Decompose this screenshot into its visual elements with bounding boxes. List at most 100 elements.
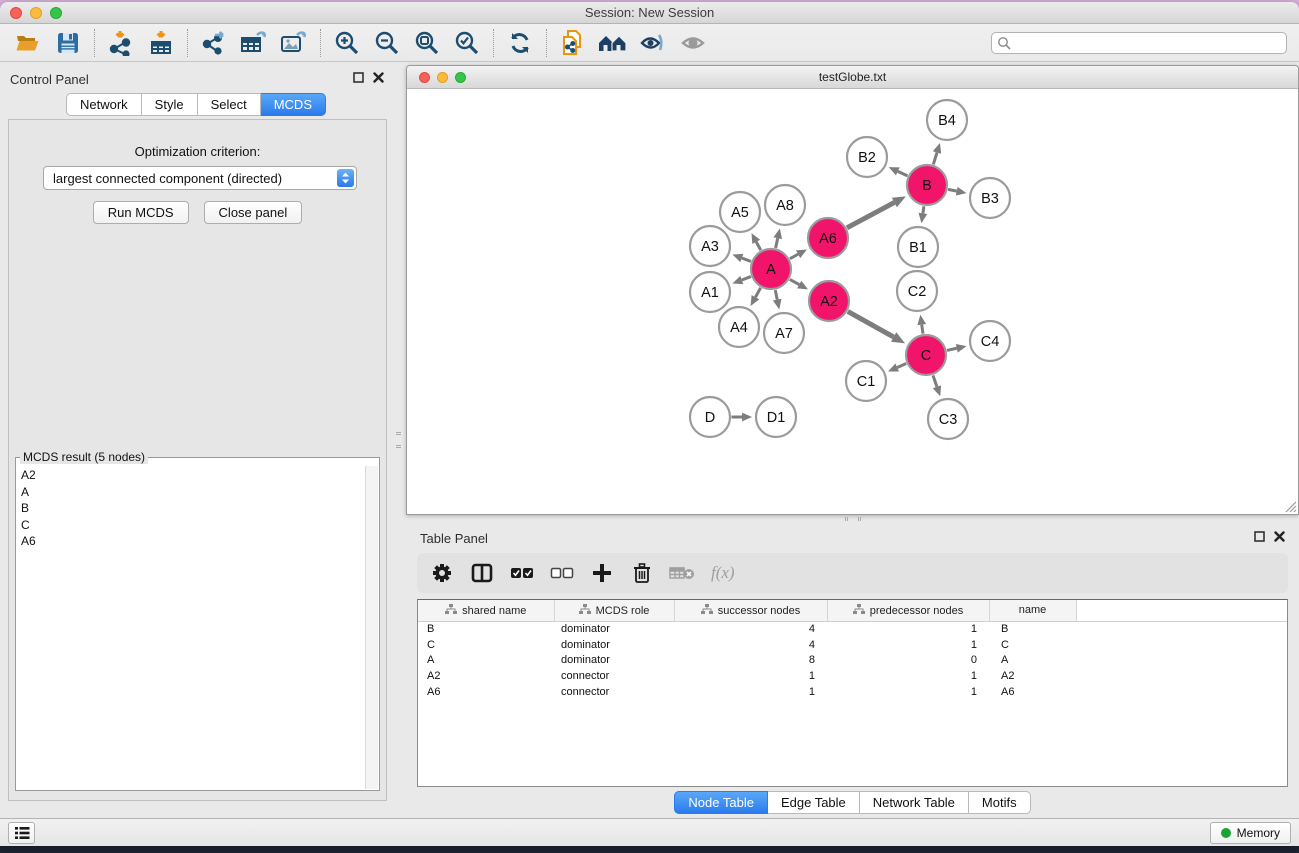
edge-A-A7[interactable]	[775, 290, 777, 300]
table-cell[interactable]: C	[418, 637, 554, 653]
zoom-in-button[interactable]	[327, 27, 367, 59]
task-history-button[interactable]	[8, 822, 35, 844]
table-cell[interactable]: A2	[418, 668, 554, 684]
scrollbar-track[interactable]	[365, 466, 378, 789]
node-table[interactable]: shared nameMCDS rolesuccessor nodesprede…	[417, 599, 1288, 787]
table-cell[interactable]: 1	[674, 668, 827, 684]
table-cell[interactable]: 8	[674, 652, 827, 668]
tab-motifs[interactable]: Motifs	[969, 791, 1031, 814]
close-panel-button[interactable]: Close panel	[204, 201, 303, 224]
delete-table-button[interactable]	[669, 560, 695, 586]
search-input[interactable]	[991, 32, 1287, 54]
table-cell[interactable]: 1	[674, 684, 827, 700]
table-row[interactable]: Bdominator41B	[418, 621, 1287, 637]
add-button[interactable]	[589, 560, 615, 586]
mcds-result-item[interactable]: A	[21, 484, 364, 501]
edge-B-B1[interactable]	[923, 206, 924, 213]
table-cell[interactable]: 4	[674, 621, 827, 637]
network-window-titlebar[interactable]: testGlobe.txt	[407, 66, 1298, 89]
table-cell[interactable]: 4	[674, 637, 827, 653]
edge-A-A5[interactable]	[756, 242, 760, 250]
column-header-successor-nodes[interactable]: successor nodes	[674, 600, 827, 621]
mcds-result-item[interactable]: B	[21, 500, 364, 517]
minimize-window-button[interactable]	[30, 7, 42, 19]
first-neighbors-button[interactable]	[593, 27, 633, 59]
table-row[interactable]: Adominator80A	[418, 652, 1287, 668]
export-network-button[interactable]	[194, 27, 234, 59]
tab-network[interactable]: Network	[66, 93, 142, 116]
delete-button[interactable]	[629, 560, 655, 586]
edge-A-A1[interactable]	[742, 277, 751, 280]
table-cell[interactable]: A6	[418, 684, 554, 700]
table-cell[interactable]: A	[418, 652, 554, 668]
tab-network-table[interactable]: Network Table	[860, 791, 969, 814]
network-canvas[interactable]: B4B2BB3A8A5A6B1A3AA1C2A2A4A7C4CC1C3DD1	[407, 89, 1296, 513]
import-table-button[interactable]	[141, 27, 181, 59]
table-cell[interactable]: dominator	[554, 637, 674, 653]
edge-A-A2[interactable]	[790, 279, 799, 284]
tab-mcds[interactable]: MCDS	[261, 93, 326, 116]
table-cell[interactable]: B	[418, 621, 554, 637]
table-cell[interactable]: connector	[554, 684, 674, 700]
column-header-shared-name[interactable]: shared name	[418, 600, 554, 621]
table-cell[interactable]: connector	[554, 668, 674, 684]
table-row[interactable]: A2connector11A2	[418, 668, 1287, 684]
open-session-button[interactable]	[8, 27, 48, 59]
close-window-button[interactable]	[10, 7, 22, 19]
table-cell[interactable]: dominator	[554, 652, 674, 668]
table-cell[interactable]: 1	[827, 637, 989, 653]
edge-A6-B[interactable]	[847, 202, 894, 227]
close-network-button[interactable]	[419, 72, 430, 83]
tab-node-table[interactable]: Node Table	[674, 791, 768, 814]
edge-A-A6[interactable]	[790, 254, 798, 258]
table-row[interactable]: Cdominator41C	[418, 637, 1287, 653]
save-session-button[interactable]	[48, 27, 88, 59]
resize-grip-icon[interactable]	[1283, 499, 1297, 513]
edge-C-C1[interactable]	[897, 364, 906, 368]
table-cell[interactable]: 0	[827, 652, 989, 668]
memory-button[interactable]: Memory	[1210, 822, 1291, 844]
tab-style[interactable]: Style	[142, 93, 198, 116]
hide-details-button[interactable]	[673, 27, 713, 59]
zoom-fit-button[interactable]	[407, 27, 447, 59]
close-panel-icon[interactable]	[373, 72, 384, 83]
edge-B-B3[interactable]	[948, 189, 957, 191]
table-cell[interactable]: 1	[827, 684, 989, 700]
import-network-button[interactable]	[101, 27, 141, 59]
edge-C-C4[interactable]	[947, 348, 957, 350]
edge-A-A8[interactable]	[776, 238, 778, 248]
optimization-select[interactable]: largest connected component (directed)	[43, 166, 357, 190]
edge-C-C3[interactable]	[933, 375, 937, 387]
float-panel-icon[interactable]	[353, 72, 364, 83]
edge-A-A4[interactable]	[755, 288, 760, 297]
new-network-from-selection-button[interactable]	[553, 27, 593, 59]
close-panel-icon[interactable]	[1274, 531, 1285, 542]
zoom-selected-button[interactable]	[447, 27, 487, 59]
zoom-window-button[interactable]	[50, 7, 62, 19]
export-image-button[interactable]	[274, 27, 314, 59]
show-columns-button[interactable]	[469, 560, 495, 586]
settings-button[interactable]	[429, 560, 455, 586]
horizontal-splitter[interactable]	[406, 515, 1299, 523]
select-all-button[interactable]	[509, 560, 535, 586]
zoom-network-button[interactable]	[455, 72, 466, 83]
table-row[interactable]: A6connector11A6	[418, 684, 1287, 700]
edge-C-C2[interactable]	[922, 325, 923, 334]
mcds-result-item[interactable]: A2	[21, 467, 364, 484]
table-cell[interactable]: 1	[827, 668, 989, 684]
table-cell[interactable]: A	[989, 652, 1076, 668]
minimize-network-button[interactable]	[437, 72, 448, 83]
tab-select[interactable]: Select	[198, 93, 261, 116]
deselect-all-button[interactable]	[549, 560, 575, 586]
refresh-layout-button[interactable]	[500, 27, 540, 59]
mcds-result-item[interactable]: C	[21, 517, 364, 534]
column-header-name[interactable]: name	[989, 600, 1076, 621]
edge-B-B2[interactable]	[898, 171, 908, 176]
edge-A2-C[interactable]	[848, 311, 894, 337]
float-panel-icon[interactable]	[1254, 531, 1265, 542]
table-cell[interactable]: B	[989, 621, 1076, 637]
table-cell[interactable]: A2	[989, 668, 1076, 684]
mcds-result-item[interactable]: A6	[21, 533, 364, 550]
edge-A-A3[interactable]	[742, 258, 751, 261]
column-header-predecessor-nodes[interactable]: predecessor nodes	[827, 600, 989, 621]
